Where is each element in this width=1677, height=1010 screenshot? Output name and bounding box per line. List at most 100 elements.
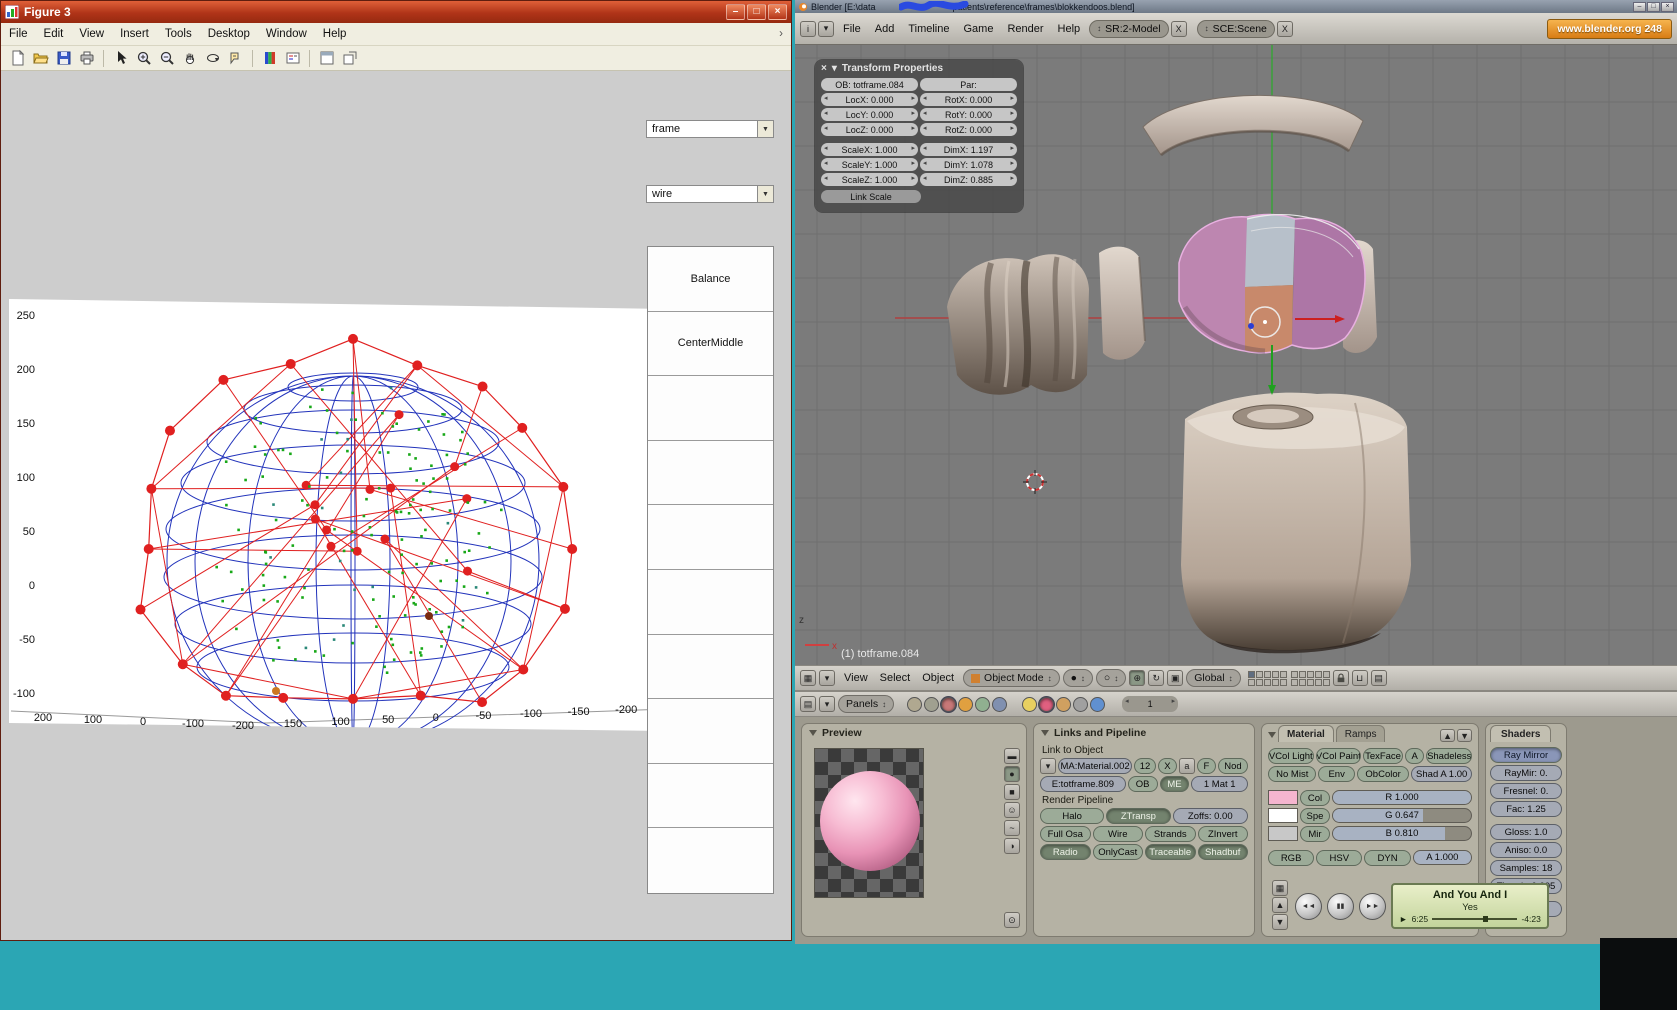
panels-dropdown[interactable]: Panels ↕ bbox=[838, 695, 894, 713]
slider-alpha[interactable]: A 1.000 bbox=[1413, 850, 1472, 865]
pause-button[interactable]: ▮▮ bbox=[1327, 893, 1354, 920]
preview-sky-icon[interactable]: ◑ bbox=[1004, 838, 1020, 854]
grid-icon[interactable]: ▦ bbox=[1272, 880, 1288, 896]
button-dyn[interactable]: DYN bbox=[1364, 850, 1410, 866]
loc-field-0[interactable]: LocX: 0.000 bbox=[821, 93, 918, 106]
close-button[interactable]: × bbox=[768, 4, 787, 20]
blender-titlebar[interactable]: Blender [E:\data patients\reference\fram… bbox=[795, 0, 1677, 13]
transform-properties-panel[interactable]: × ▾ Transform Properties OB: totframe.08… bbox=[815, 60, 1023, 212]
toggle-ztransp[interactable]: ZTransp bbox=[1106, 808, 1170, 824]
seek-bar[interactable] bbox=[1432, 918, 1517, 920]
layer-6[interactable] bbox=[1248, 679, 1255, 686]
toggle-wire[interactable]: Wire bbox=[1093, 826, 1144, 842]
list-button-empty-4[interactable] bbox=[648, 505, 773, 570]
menu-timeline[interactable]: Timeline bbox=[901, 20, 956, 38]
save-icon[interactable] bbox=[53, 48, 74, 68]
new-figure-icon[interactable] bbox=[7, 48, 28, 68]
toggle-zoffs-0-00[interactable]: Zoffs: 0.00 bbox=[1173, 808, 1249, 824]
scene-selector[interactable]: ↕ SCE:Scene bbox=[1197, 20, 1275, 38]
material-unlink-button[interactable]: X bbox=[1158, 758, 1177, 774]
preview-zoom-icon[interactable]: ⊙ bbox=[1004, 912, 1020, 928]
manipulator-scale-icon[interactable]: ▣ bbox=[1167, 670, 1183, 686]
layer-20[interactable] bbox=[1323, 679, 1330, 686]
color-swatch-col[interactable] bbox=[1268, 790, 1298, 805]
list-button-empty-2[interactable] bbox=[648, 376, 773, 441]
toggle-vcol-light[interactable]: VCol Light bbox=[1268, 748, 1314, 764]
rot-field-0[interactable]: RotX: 0.000 bbox=[920, 93, 1017, 106]
button-spe[interactable]: Spe bbox=[1300, 808, 1330, 824]
object-name-field[interactable]: E:totframe.809 bbox=[1040, 776, 1126, 792]
rot-field-1[interactable]: RotY: 0.000 bbox=[920, 108, 1017, 121]
screen-selector[interactable]: ↕ SR:2-Model bbox=[1089, 20, 1168, 38]
layer-15[interactable] bbox=[1323, 671, 1330, 678]
logic-icon[interactable] bbox=[907, 697, 922, 712]
layer-3[interactable] bbox=[1264, 671, 1271, 678]
scene-icon[interactable] bbox=[992, 697, 1007, 712]
manipulator-translate-icon[interactable]: ⊕ bbox=[1129, 670, 1145, 686]
menu-desktop[interactable]: Desktop bbox=[200, 25, 258, 43]
layer-7[interactable] bbox=[1256, 679, 1263, 686]
loc-field-1[interactable]: LocY: 0.000 bbox=[821, 108, 918, 121]
collapse-menus-icon[interactable]: ▾ bbox=[819, 696, 835, 712]
layer-12[interactable] bbox=[1299, 671, 1306, 678]
insert-legend-icon[interactable] bbox=[282, 48, 303, 68]
window-type-icon[interactable]: i bbox=[800, 21, 816, 37]
toggle-halo[interactable]: Halo bbox=[1040, 808, 1104, 824]
slider-mir[interactable]: B 0.810 bbox=[1332, 826, 1472, 841]
material-browse-icon[interactable]: ▾ bbox=[1040, 758, 1056, 774]
copy-material-icon[interactable]: ▲ bbox=[1440, 729, 1455, 742]
list-button-balance[interactable]: Balance bbox=[648, 247, 773, 312]
menu-window[interactable]: Window bbox=[258, 25, 315, 43]
script-icon[interactable] bbox=[924, 697, 939, 712]
up-arrow-icon[interactable]: ▲ bbox=[1272, 897, 1288, 913]
material-icon[interactable] bbox=[1039, 697, 1054, 712]
button-col[interactable]: Col bbox=[1300, 790, 1330, 806]
autoname-icon[interactable]: a bbox=[1179, 758, 1195, 774]
toggle-no-mist[interactable]: No Mist bbox=[1268, 766, 1316, 782]
rotate-3d-icon[interactable] bbox=[202, 48, 223, 68]
cursor-3d[interactable] bbox=[1023, 470, 1047, 494]
panel-collapse-icon[interactable] bbox=[1041, 730, 1049, 736]
menu-select[interactable]: Select bbox=[874, 670, 917, 686]
ob-name-field[interactable]: OB: totframe.084 bbox=[821, 78, 918, 91]
toggle-onlycast[interactable]: OnlyCast bbox=[1093, 844, 1144, 860]
editor-type-icon[interactable]: ▦ bbox=[800, 670, 816, 686]
list-button-empty-7[interactable] bbox=[648, 699, 773, 764]
list-button-empty-8[interactable] bbox=[648, 764, 773, 829]
field-aniso-0-0[interactable]: Aniso: 0.0 bbox=[1490, 842, 1562, 858]
mesh-left-blocks[interactable] bbox=[947, 254, 1089, 394]
panel-collapse-icon[interactable] bbox=[1268, 732, 1276, 738]
object-icon[interactable] bbox=[958, 697, 973, 712]
layer-16[interactable] bbox=[1291, 679, 1298, 686]
button-rgb[interactable]: RGB bbox=[1268, 850, 1314, 866]
toggle-vcol-paint[interactable]: VCol Paint bbox=[1316, 748, 1362, 764]
toggle-shad-a-1-00[interactable]: Shad A 1.00 bbox=[1411, 766, 1472, 782]
pivot-dropdown[interactable]: ○ ↕ bbox=[1096, 669, 1126, 687]
paste-material-icon[interactable]: ▼ bbox=[1457, 729, 1472, 742]
close-button[interactable]: × bbox=[1661, 2, 1674, 12]
button-mir[interactable]: Mir bbox=[1300, 826, 1330, 842]
link-scale-button[interactable]: Link Scale bbox=[821, 190, 921, 203]
render-preview-icon[interactable]: ▤ bbox=[1371, 670, 1387, 686]
layer-8[interactable] bbox=[1264, 679, 1271, 686]
layer-2[interactable] bbox=[1256, 671, 1263, 678]
menu-add[interactable]: Add bbox=[868, 20, 902, 38]
mode-dropdown[interactable]: Object Mode ↕ bbox=[963, 669, 1060, 687]
me-button[interactable]: ME bbox=[1160, 776, 1190, 792]
dropdown-arrow-icon[interactable]: ▼ bbox=[757, 186, 773, 202]
menu-file[interactable]: File bbox=[1, 25, 36, 43]
manipulator-rotate-icon[interactable]: ↻ bbox=[1148, 670, 1164, 686]
menu-file[interactable]: File bbox=[836, 20, 868, 38]
lamp-icon[interactable] bbox=[1022, 697, 1037, 712]
menu-edit[interactable]: Edit bbox=[36, 25, 72, 43]
mesh-middle-slab[interactable] bbox=[1099, 247, 1145, 360]
draw-mode-dropdown[interactable]: ● ↕ bbox=[1063, 669, 1093, 687]
snap-magnet-icon[interactable]: ⊔ bbox=[1352, 670, 1368, 686]
preview-monkey-icon[interactable]: ☺ bbox=[1004, 802, 1020, 818]
previous-track-button[interactable]: ◄◄ bbox=[1295, 893, 1322, 920]
menu-tools[interactable]: Tools bbox=[157, 25, 200, 43]
minimize-button[interactable]: – bbox=[726, 4, 745, 20]
panel-collapse-icon[interactable] bbox=[809, 730, 817, 736]
fake-user-button[interactable]: F bbox=[1197, 758, 1216, 774]
loc-field-2[interactable]: LocZ: 0.000 bbox=[821, 123, 918, 136]
